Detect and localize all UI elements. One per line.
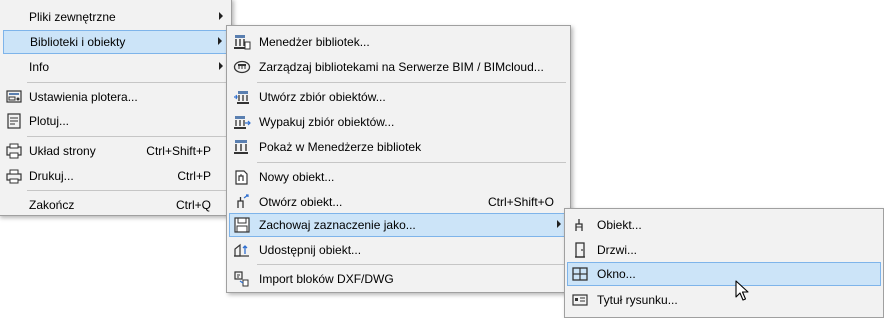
menu-item-label: Udostępnij obiekt... (259, 243, 362, 257)
menu-item-plotter-settings[interactable]: Ustawienia plotera... (1, 85, 229, 109)
menu-item-drawing-title[interactable]: Tytuł rysunku... (567, 288, 881, 312)
object-icon (571, 216, 589, 234)
menu-item-label: Zakończ (29, 198, 75, 212)
menu-item-label: Drzwi... (597, 243, 637, 257)
menu-item-label: Tytuł rysunku... (597, 293, 678, 307)
menu-item-manage-bim-server[interactable]: Zarządzaj bibliotekami na Serwerze BIM /… (229, 55, 568, 79)
menu-item-label: Okno... (597, 267, 636, 281)
drawing-title-icon (571, 291, 589, 309)
plot-icon (5, 112, 23, 130)
submenu-arrow-icon (218, 37, 222, 45)
plotter-settings-icon (5, 88, 23, 106)
menu-item-label: Pliki zewnętrzne (29, 10, 116, 24)
menu-item-label: Info (29, 60, 50, 74)
menu-item-page-setup[interactable]: Układ strony Ctrl+Shift+P (1, 139, 229, 163)
menu-item-show-in-library-manager[interactable]: Pokaż w Menedżerze bibliotek (229, 135, 568, 159)
menu-item-label: Otwórz obiekt... (259, 195, 343, 209)
menu-item-plot[interactable]: Plotuj... (1, 109, 229, 133)
library-manager-icon (233, 33, 251, 51)
menu-item-shortcut: Ctrl+P (177, 169, 211, 183)
window-icon (571, 265, 589, 283)
menu-item-import-dxf-dwg[interactable]: Import bloków DXF/DWG (229, 267, 568, 291)
submenu-arrow-icon (219, 62, 223, 70)
file-menu: Pliki zewnętrzne Biblioteki i obiekty In… (0, 0, 232, 216)
menu-item-exit[interactable]: Zakończ Ctrl+Q (1, 193, 229, 217)
print-icon (5, 167, 23, 185)
menu-separator (27, 82, 227, 83)
menu-item-label: Zachowaj zaznaczenie jako... (259, 218, 416, 232)
menu-item-label: Menedżer bibliotek... (259, 35, 370, 49)
menu-item-label: Zarządzaj bibliotekami na Serwerze BIM /… (259, 60, 544, 74)
menu-item-label: Układ strony (29, 144, 96, 158)
menu-item-info[interactable]: Info (1, 55, 229, 79)
menu-item-label: Import bloków DXF/DWG (259, 272, 394, 286)
submenu-arrow-icon (219, 12, 223, 20)
menu-item-new-object[interactable]: Nowy obiekt... (229, 165, 568, 189)
menu-item-label: Obiekt... (597, 218, 642, 232)
menu-item-label: Plotuj... (29, 114, 70, 128)
menu-item-print[interactable]: Drukuj... Ctrl+P (1, 164, 229, 188)
mouse-cursor-icon (735, 280, 751, 302)
menu-separator (257, 264, 566, 265)
menu-item-library-manager[interactable]: Menedżer bibliotek... (229, 30, 568, 54)
save-selection-icon (233, 216, 251, 234)
submenu-arrow-icon (557, 220, 561, 228)
show-in-library-icon (233, 138, 251, 156)
bim-server-icon (233, 58, 251, 76)
menu-item-object[interactable]: Obiekt... (567, 213, 881, 237)
menu-item-libraries-and-objects[interactable]: Biblioteki i obiekty (3, 30, 229, 54)
menu-item-shortcut: Ctrl+Shift+P (146, 144, 211, 158)
menu-separator (27, 190, 227, 191)
menu-item-save-selection-as[interactable]: Zachowaj zaznaczenie jako... (229, 213, 568, 237)
extract-container-icon (233, 113, 251, 131)
menu-item-label: Utwórz zbiór obiektów... (259, 90, 386, 104)
menu-separator (257, 82, 566, 83)
menu-item-extract-container[interactable]: Wypakuj zbiór obiektów... (229, 110, 568, 134)
menu-item-window[interactable]: Okno... (567, 262, 881, 286)
menu-item-label: Biblioteki i obiekty (30, 35, 126, 49)
new-object-icon (233, 168, 251, 186)
menu-separator (257, 162, 566, 163)
menu-item-shortcut: Ctrl+Shift+O (487, 195, 554, 209)
menu-item-label: Nowy obiekt... (259, 170, 335, 184)
menu-item-create-container[interactable]: Utwórz zbiór obiektów... (229, 85, 568, 109)
menu-item-label: Wypakuj zbiór obiektów... (259, 115, 395, 129)
menu-item-label: Pokaż w Menedżerze bibliotek (259, 140, 422, 154)
menu-item-open-object[interactable]: Otwórz obiekt... Ctrl+Shift+O (229, 190, 568, 214)
menu-item-door[interactable]: Drzwi... (567, 238, 881, 262)
menu-item-share-object[interactable]: Udostępnij obiekt... (229, 238, 568, 262)
page-setup-icon (5, 142, 23, 160)
libraries-submenu: Menedżer bibliotek... Zarządzaj bibliote… (226, 25, 571, 293)
create-container-icon (233, 88, 251, 106)
share-object-icon (233, 241, 251, 259)
menu-item-label: Drukuj... (29, 169, 74, 183)
door-icon (571, 241, 589, 259)
menu-item-shortcut: Ctrl+Q (175, 198, 211, 212)
menu-item-external-files[interactable]: Pliki zewnętrzne (1, 5, 229, 29)
import-dxf-icon (233, 270, 251, 288)
menu-separator (27, 136, 227, 137)
menu-item-label: Ustawienia plotera... (29, 90, 138, 104)
open-object-icon (233, 193, 251, 211)
save-selection-submenu: Obiekt... Drzwi... Okno... Tytuł rysunku… (564, 208, 884, 318)
